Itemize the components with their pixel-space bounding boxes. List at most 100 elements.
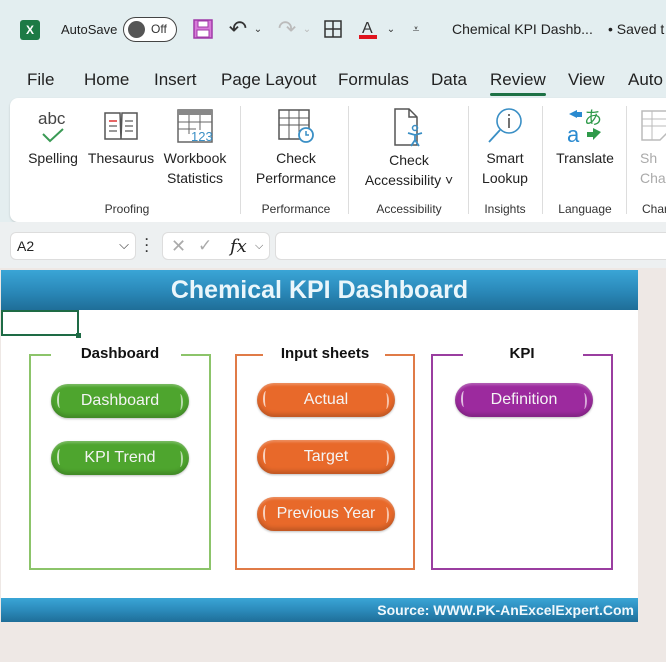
- name-box[interactable]: A2 ⌵: [10, 232, 136, 260]
- tab-view[interactable]: View: [568, 70, 605, 90]
- autosave-label: AutoSave: [61, 22, 118, 37]
- check-accessibility-icon: [354, 106, 464, 150]
- group-label-performance: Performance: [261, 202, 331, 216]
- check-performance-icon: [248, 104, 344, 148]
- smart-lookup-label-2: Lookup: [482, 170, 528, 186]
- source-footer[interactable]: Source: WWW.PK-AnExcelExpert.Com: [1, 598, 638, 622]
- chevron-down-icon[interactable]: ⌵: [119, 237, 129, 253]
- svg-text:A: A: [362, 20, 373, 37]
- group-title: Dashboard: [80, 345, 160, 362]
- toggle-knob: [128, 21, 145, 38]
- smart-lookup-button[interactable]: Smart Lookup: [472, 104, 538, 188]
- kpi-trend-button[interactable]: KPI Trend: [51, 441, 189, 475]
- smart-lookup-icon: [472, 104, 538, 148]
- previous-year-button[interactable]: Previous Year: [257, 497, 395, 531]
- more-options-icon[interactable]: · · ·: [145, 233, 149, 257]
- ribbon-separator: [542, 106, 543, 214]
- check-performance-label-1: Check: [276, 150, 316, 166]
- show-changes-button[interactable]: Sh Char: [640, 104, 666, 188]
- group-label-changes: Char: [642, 202, 666, 216]
- formula-input[interactable]: [275, 232, 666, 260]
- tab-data[interactable]: Data: [431, 70, 467, 90]
- tab-review[interactable]: Review: [490, 70, 546, 96]
- title-bar: X AutoSave Off ↶ ⌄ ↷ ⌄ A ⌄ ⩡ Chemical KP…: [0, 0, 666, 60]
- svg-text:a: a: [567, 122, 580, 146]
- worksheet-area: Chemical KPI Dashboard Dashboard Dashboa…: [0, 268, 666, 662]
- group-label-language: Language: [558, 202, 612, 216]
- undo-icon[interactable]: ↶: [227, 16, 249, 41]
- save-icon[interactable]: [192, 17, 214, 41]
- insert-function-icon[interactable]: fx: [230, 236, 247, 257]
- workbook-statistics-label-1: Workbook: [163, 150, 227, 166]
- svg-text:123: 123: [191, 129, 213, 144]
- tab-automate[interactable]: Auto: [628, 70, 663, 90]
- target-button[interactable]: Target: [257, 440, 395, 474]
- check-accessibility-button[interactable]: Check Accessibility ˅: [354, 106, 464, 190]
- tab-formulas[interactable]: Formulas: [338, 70, 409, 90]
- ribbon-separator: [240, 106, 241, 214]
- show-changes-label-1: Sh: [640, 150, 658, 166]
- tab-page-layout[interactable]: Page Layout: [221, 70, 316, 90]
- ribbon-separator: [348, 106, 349, 214]
- active-cell-a2[interactable]: [1, 310, 81, 338]
- autosave-state: Off: [151, 22, 167, 36]
- thesaurus-label: Thesaurus: [87, 150, 155, 166]
- borders-icon[interactable]: [322, 17, 344, 41]
- ribbon-separator: [626, 106, 627, 214]
- actual-button[interactable]: Actual: [257, 383, 395, 417]
- smart-lookup-label-1: Smart: [486, 150, 524, 166]
- cancel-icon[interactable]: ✕: [171, 236, 186, 257]
- translate-button[interactable]: aあ Translate: [546, 104, 624, 168]
- spelling-label: Spelling: [28, 150, 78, 166]
- customize-toolbar-icon[interactable]: ⩡: [409, 17, 423, 41]
- svg-text:abc: abc: [38, 109, 66, 128]
- tab-file[interactable]: File: [27, 70, 54, 90]
- workbook-statistics-label-2: Statistics: [166, 170, 223, 186]
- translate-label: Translate: [556, 150, 614, 166]
- group-title: KPI: [509, 345, 535, 362]
- save-status: • Saved t: [608, 21, 665, 37]
- dashboard-button[interactable]: Dashboard: [51, 384, 189, 418]
- group-title: Input sheets: [280, 345, 370, 362]
- check-accessibility-label-1: Check: [389, 152, 429, 168]
- dashboard-canvas: Chemical KPI Dashboard Dashboard Dashboa…: [1, 270, 638, 622]
- group-input-sheets: Input sheets Actual Target Previous Year: [235, 345, 415, 570]
- ribbon-panel: abc Spelling Thesaurus 123 Workbook Stat…: [10, 98, 666, 222]
- show-changes-label-2: Char: [640, 170, 666, 186]
- group-kpi: KPI Definition: [431, 345, 613, 570]
- spelling-button[interactable]: abc Spelling: [22, 104, 84, 168]
- group-label-accessibility: Accessibility: [376, 202, 442, 216]
- excel-icon[interactable]: X: [20, 20, 40, 40]
- workbook-statistics-icon: 123: [158, 104, 232, 148]
- formula-bar: A2 ⌵ · · · ✕ ✓ fx ⌵: [0, 222, 666, 268]
- font-color-icon[interactable]: A: [357, 17, 379, 41]
- check-performance-label-2: Performance: [255, 170, 337, 186]
- ribbon-separator: [468, 106, 469, 214]
- autosave-toggle[interactable]: Off: [123, 17, 177, 42]
- check-performance-button[interactable]: Check Performance: [248, 104, 344, 188]
- redo-dropdown-icon[interactable]: ⌄: [302, 17, 312, 41]
- group-dashboard: Dashboard Dashboard KPI Trend: [29, 345, 211, 570]
- show-changes-icon: [640, 104, 666, 148]
- thesaurus-icon: [86, 104, 156, 148]
- tab-insert[interactable]: Insert: [154, 70, 197, 90]
- definition-button[interactable]: Definition: [455, 383, 593, 417]
- tab-home[interactable]: Home: [84, 70, 129, 90]
- chevron-down-icon[interactable]: ⌵: [255, 240, 263, 253]
- undo-dropdown-icon[interactable]: ⌄: [253, 17, 263, 41]
- page-title: Chemical KPI Dashboard: [1, 270, 638, 310]
- enter-icon[interactable]: ✓: [198, 236, 212, 256]
- font-color-dropdown-icon[interactable]: ⌄: [386, 17, 396, 41]
- workbook-statistics-button[interactable]: 123 Workbook Statistics: [158, 104, 232, 188]
- thesaurus-button[interactable]: Thesaurus: [86, 104, 156, 168]
- group-label-insights: Insights: [484, 202, 526, 216]
- check-accessibility-label-2: Accessibility ˅: [364, 172, 454, 188]
- ribbon-tabs: File Home Insert Page Layout Formulas Da…: [0, 62, 666, 98]
- svg-text:あ: あ: [584, 108, 602, 129]
- spelling-icon: abc: [22, 104, 84, 148]
- group-label-proofing: Proofing: [104, 202, 150, 216]
- document-title[interactable]: Chemical KPI Dashb...: [452, 21, 593, 37]
- formula-controls: ✕ ✓ fx ⌵: [162, 232, 270, 260]
- redo-icon[interactable]: ↷: [276, 16, 298, 41]
- translate-icon: aあ: [546, 104, 624, 148]
